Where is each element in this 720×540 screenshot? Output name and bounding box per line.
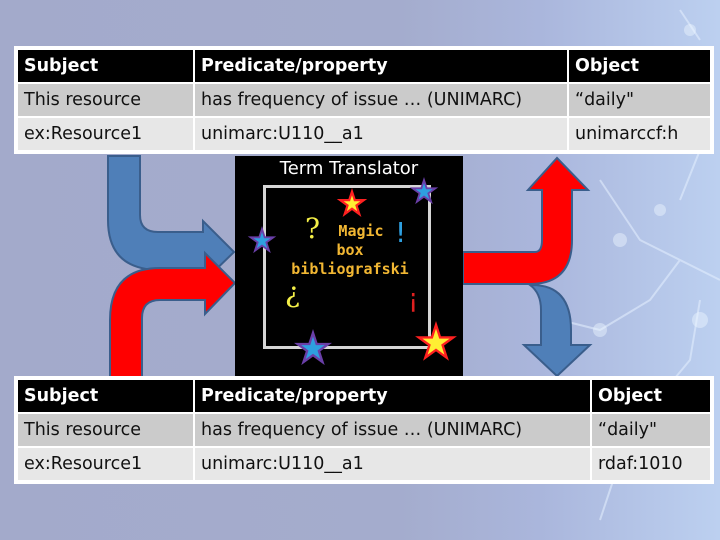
cell-object: “daily": [590, 412, 712, 448]
cell-subject: This resource: [16, 412, 195, 448]
cell-object: “daily": [567, 82, 712, 118]
right-blue-arrow: [521, 284, 593, 378]
header-object: Object: [590, 378, 712, 414]
cell-object: rdaf:1010: [590, 446, 712, 482]
star-icon: [415, 321, 457, 361]
cell-subject: ex:Resource1: [16, 446, 195, 482]
triple-table-bottom: Subject Predicate/property Object This r…: [16, 378, 712, 482]
header-object: Object: [567, 48, 712, 84]
left-red-arrow: [109, 250, 237, 379]
table-row: This resource has frequency of issue … (…: [16, 82, 712, 118]
cell-predicate: has frequency of issue … (UNIMARC): [193, 412, 592, 448]
star-icon: [293, 329, 333, 366]
star-icon: [336, 188, 368, 217]
table-header-row: Subject Predicate/property Object: [16, 48, 712, 84]
table-row: This resource has frequency of issue … (…: [16, 412, 712, 448]
triple-table-top: Subject Predicate/property Object This r…: [16, 48, 712, 152]
table-row: ex:Resource1 unimarc:U110__a1 rdaf:1010: [16, 446, 712, 482]
table-header-row: Subject Predicate/property Object: [16, 378, 712, 414]
cell-predicate: has frequency of issue … (UNIMARC): [193, 82, 569, 118]
cell-predicate: unimarc:U110__a1: [193, 116, 569, 152]
cell-object: unimarccf:h: [567, 116, 712, 152]
header-subject: Subject: [16, 48, 195, 84]
star-icon: [247, 226, 277, 254]
stars-layer: [247, 177, 457, 366]
cell-subject: ex:Resource1: [16, 116, 195, 152]
header-subject: Subject: [16, 378, 195, 414]
cell-predicate: unimarc:U110__a1: [193, 446, 592, 482]
star-icon: [409, 177, 439, 205]
term-translator-box: Term Translator Magic box bibliografski …: [235, 156, 463, 378]
header-predicate: Predicate/property: [193, 378, 592, 414]
right-red-arrow: [462, 156, 591, 285]
cell-subject: This resource: [16, 82, 195, 118]
table-row: ex:Resource1 unimarc:U110__a1 unimarccf:…: [16, 116, 712, 152]
header-predicate: Predicate/property: [193, 48, 569, 84]
